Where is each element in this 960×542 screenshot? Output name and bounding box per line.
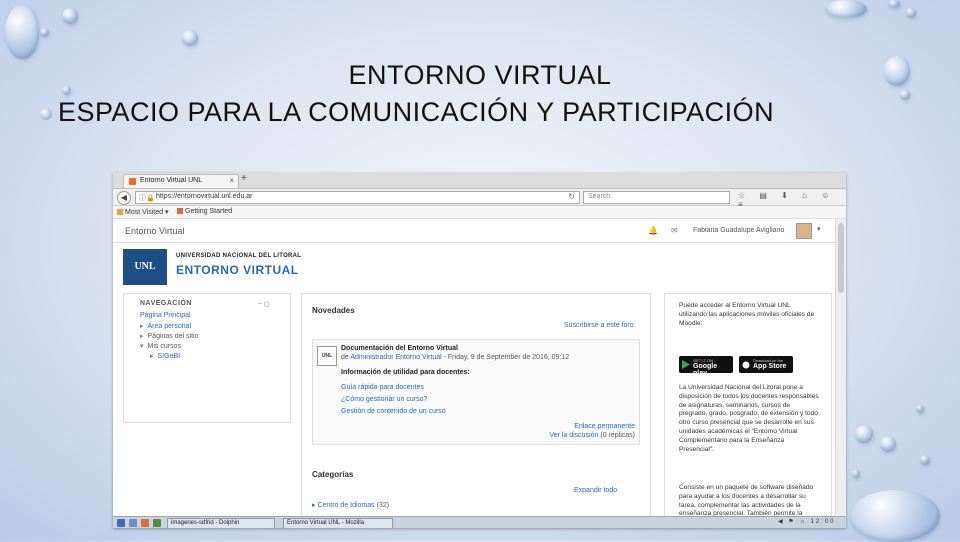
- water-drop-decoration: [888, 0, 900, 8]
- new-tab-button[interactable]: +: [241, 173, 247, 184]
- google-play-icon: [682, 360, 690, 369]
- google-play-badge[interactable]: GET IT ON Google play: [679, 356, 733, 377]
- permalink-link[interactable]: Enlace permanente: [574, 423, 635, 430]
- search-placeholder: Search: [588, 193, 611, 200]
- unl-logo[interactable]: UNL: [123, 249, 167, 285]
- scrollbar[interactable]: [835, 219, 846, 516]
- nav-item-site-pages[interactable]: ▸ Páginas del sitio: [140, 332, 199, 340]
- avatar[interactable]: [796, 223, 812, 239]
- search-input[interactable]: Search: [583, 191, 730, 204]
- favicon-icon: [129, 178, 136, 185]
- reload-icon[interactable]: ↻: [568, 192, 575, 201]
- water-drop-decoration: [916, 405, 924, 413]
- slide-subtitle: ESPACIO PARA LA COMUNICACIÓN Y PARTICIPA…: [58, 97, 775, 127]
- manage-course-link[interactable]: ¿Cómo gestionar un curso?: [341, 396, 427, 403]
- categories-heading: Categorías: [312, 470, 354, 479]
- platform-name: ENTORNO VIRTUAL: [176, 263, 299, 277]
- slide-title: ENTORNO VIRTUAL: [348, 60, 612, 90]
- post-info: Información de utilidad para docentes:: [341, 369, 470, 376]
- forum-post: UNL Documentación del Entorno Virtual de…: [312, 339, 640, 445]
- bookmark-getting-started[interactable]: Getting Started: [177, 208, 232, 215]
- bell-icon[interactable]: 🔔: [648, 226, 658, 235]
- expand-all-link[interactable]: Expandir todo: [574, 487, 617, 494]
- system-tray[interactable]: ◀ ⚑ ☼ 12:00: [778, 518, 836, 525]
- back-button[interactable]: ◀: [117, 191, 131, 205]
- news-block: Novedades Suscribirse a este foro UNL Do…: [301, 293, 651, 521]
- discussion-link[interactable]: Ver la discusión (0 réplicas): [549, 432, 635, 439]
- taskbar-item-dolphin[interactable]: imagenes-sdfrid - Dolphin: [167, 518, 275, 528]
- tab-bar: Entorno Virtual UNL × +: [113, 173, 846, 189]
- app-store-badge[interactable]: Download on the App Store: [739, 356, 793, 373]
- news-heading: Novedades: [312, 306, 355, 315]
- bookmark-most-visited[interactable]: Most Visited ▾: [117, 208, 168, 216]
- site-banner: UNL UNIVERSIDAD NACIONAL DEL LITORAL ENT…: [113, 243, 835, 291]
- block-controls[interactable]: − ◻: [258, 300, 270, 308]
- chevron-down-icon: ▾: [140, 343, 144, 350]
- firefox-icon[interactable]: [141, 519, 149, 527]
- folder-icon: [117, 209, 123, 215]
- files-icon[interactable]: [153, 519, 161, 527]
- nav-item-dashboard[interactable]: ▸ Área personal: [140, 322, 191, 330]
- subscribe-link[interactable]: Suscribirse a este foro: [564, 322, 634, 329]
- post-meta: de Administrador Entorno Virtual - Frida…: [341, 354, 570, 361]
- chevron-right-icon: ▸: [140, 323, 144, 330]
- nav-item-my-courses[interactable]: ▾ Mis cursos: [140, 342, 181, 350]
- nav-item-sigebi[interactable]: ▸ SIGeBI: [150, 352, 180, 360]
- app-launcher-icon[interactable]: [129, 519, 137, 527]
- lock-icon: ⓘ🔒: [139, 195, 155, 202]
- water-drop-decoration: [182, 30, 198, 46]
- university-name: UNIVERSIDAD NACIONAL DEL LITORAL: [176, 253, 302, 259]
- water-drop-decoration: [900, 90, 910, 100]
- firefox-icon: [177, 208, 183, 214]
- water-drop-decoration: [906, 8, 916, 18]
- water-drop-decoration: [852, 470, 860, 478]
- author-avatar[interactable]: UNL: [317, 346, 337, 366]
- scrollbar-thumb[interactable]: [838, 223, 844, 293]
- navigation-block: NAVEGACIÓN − ◻ Página Principal ▸ Área pe…: [123, 293, 291, 423]
- university-description: La Universidad Nacional del Litoral pone…: [679, 384, 819, 453]
- tab-title: Entorno Virtual UNL: [140, 177, 203, 184]
- bookmarks-bar: Most Visited ▾ Getting Started: [113, 206, 846, 219]
- url-bar[interactable]: ⓘ🔒 https://entornovirtual.unl.edu.ar ↻: [135, 191, 580, 204]
- close-icon[interactable]: ×: [229, 176, 234, 185]
- water-drop-decoration: [920, 455, 930, 465]
- user-name[interactable]: Fabiana Guadalupe Avigliano: [693, 227, 784, 234]
- browser-tab[interactable]: Entorno Virtual UNL ×: [123, 174, 239, 188]
- bullet-icon: [40, 108, 52, 120]
- web-page: Entorno Virtual 🔔 ✉ Fabiana Guadalupe Av…: [113, 219, 835, 526]
- nav-item-home[interactable]: Página Principal: [140, 312, 191, 319]
- water-drop-decoration: [62, 8, 78, 24]
- site-name[interactable]: Entorno Virtual: [125, 226, 184, 236]
- water-drop-decoration: [880, 436, 896, 452]
- water-drop-decoration: [40, 28, 49, 37]
- guide-link[interactable]: Guía rápida para docentes: [341, 384, 424, 391]
- moodle-header: Entorno Virtual 🔔 ✉ Fabiana Guadalupe Av…: [113, 219, 835, 243]
- info-block: Puede acceder al Entorno Virtual UNL uti…: [664, 293, 832, 526]
- chevron-down-icon[interactable]: ▾: [817, 225, 821, 233]
- app-intro-text: Puede acceder al Entorno Virtual UNL uti…: [679, 302, 815, 327]
- navigation-heading: NAVEGACIÓN: [140, 300, 192, 307]
- water-drop-decoration: [855, 425, 873, 443]
- taskbar: imagenes-sdfrid - Dolphin Entorno Virtua…: [113, 516, 846, 528]
- url-text: https://entornovirtual.unl.edu.ar: [156, 193, 253, 200]
- taskbar-item-firefox[interactable]: Entorno Virtual UNL - Mozilla: [283, 518, 393, 528]
- water-drop-decoration: [825, 0, 867, 18]
- apple-icon: [742, 361, 750, 369]
- start-menu-icon[interactable]: [117, 519, 125, 527]
- author-link[interactable]: Administrador Entorno Virtual: [350, 354, 441, 361]
- water-drop-decoration: [5, 5, 39, 59]
- chat-icon[interactable]: ✉: [671, 226, 678, 235]
- post-title: Documentación del Entorno Virtual: [341, 345, 458, 352]
- chevron-right-icon: ▸: [140, 333, 144, 340]
- water-drop-decoration: [850, 490, 940, 542]
- content-management-link[interactable]: Gestión de contenido de un curso: [341, 408, 446, 415]
- browser-screenshot: Entorno Virtual UNL × + ◀ ⓘ🔒 https://ent…: [113, 173, 846, 528]
- category-item[interactable]: ▸ Centro de Idiomas (32): [312, 501, 389, 509]
- chevron-right-icon: ▸: [150, 353, 154, 360]
- navigation-bar: ◀ ⓘ🔒 https://entornovirtual.unl.edu.ar ↻…: [113, 189, 846, 209]
